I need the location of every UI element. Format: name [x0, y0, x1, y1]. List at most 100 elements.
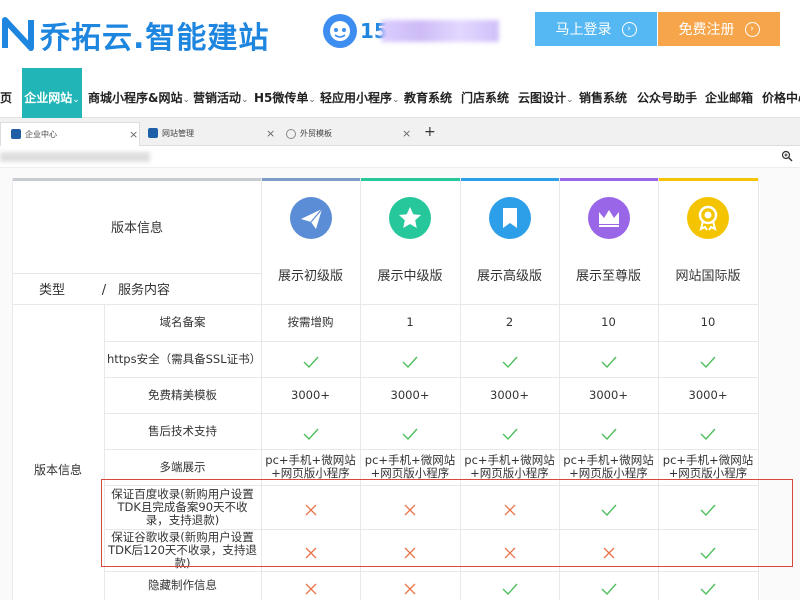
plan-value: 3000+	[291, 387, 330, 402]
zoom-icon[interactable]	[781, 150, 793, 162]
check-icon	[601, 501, 617, 517]
nav-item-enterprise-site[interactable]: 企业网站⌄	[22, 68, 82, 118]
nav-item-mall[interactable]: 商城小程序&网站⌄	[88, 68, 190, 118]
login-button[interactable]: 马上登录 ›	[535, 12, 657, 46]
tab-label: 外贸模板	[300, 129, 332, 138]
chevron-down-icon: ⌄	[308, 95, 316, 105]
check-icon	[402, 425, 418, 441]
check-icon	[700, 501, 716, 517]
check-icon	[303, 425, 319, 441]
brand-name[interactable]: 乔拓云.智能建站	[40, 13, 269, 57]
check-icon	[502, 353, 518, 369]
close-icon[interactable]: ×	[129, 128, 138, 141]
check-icon	[700, 544, 716, 560]
nav-item-home[interactable]: 首页	[0, 68, 20, 118]
nav-label: 首页	[0, 91, 13, 105]
check-icon	[601, 353, 617, 369]
nav-item-store[interactable]: 门店系统	[461, 68, 509, 118]
bookmark-icon	[488, 197, 531, 239]
feature-label: 售后技术支持	[148, 423, 217, 438]
nav-label: 公众号助手	[637, 91, 698, 105]
plan-value: 1	[406, 315, 414, 329]
feature-label: 免费精美模板	[148, 387, 217, 402]
nav-item-pricing[interactable]: 价格中心	[762, 68, 800, 118]
address-bar	[0, 146, 800, 168]
group-label: 版本信息	[33, 462, 82, 477]
check-icon	[700, 580, 716, 595]
login-label: 马上登录	[555, 22, 612, 38]
nav-item-education[interactable]: 教育系统	[404, 68, 452, 118]
nav-label: 云图设计	[518, 91, 567, 105]
nav-item-wechat-assistant[interactable]: 公众号助手	[637, 68, 697, 118]
cross-icon	[305, 501, 317, 516]
plan-value: pc+手机+微网站+网页版小程序	[265, 453, 356, 480]
globe-icon	[286, 129, 296, 139]
plan-value: pc+手机+微网站+网页版小程序	[464, 453, 555, 480]
tab-enterprise-center[interactable]: 企业中心 ×	[0, 122, 140, 146]
tab-label: 网站管理	[162, 129, 194, 138]
plan-value: 3000+	[390, 387, 430, 402]
site-favicon-icon	[11, 129, 21, 139]
close-icon[interactable]: ×	[402, 127, 411, 140]
cross-icon	[404, 580, 416, 594]
check-icon	[700, 353, 716, 369]
tab-site-management[interactable]: 网站管理 ×	[141, 122, 279, 146]
check-icon	[502, 580, 518, 595]
feature-label: 保证谷歌收录(新购用户设置TDK后120天不收录，支持退款)	[108, 529, 257, 570]
close-icon[interactable]: ×	[266, 127, 275, 140]
cross-icon	[305, 544, 317, 559]
version-info-header: 版本信息	[110, 220, 163, 236]
plan-value: pc+手机+微网站+网页版小程序	[662, 453, 754, 480]
tab-foreign-trade-template[interactable]: 外贸模板 ×	[281, 122, 413, 146]
nav-item-h5[interactable]: H5微传单⌄	[254, 68, 316, 118]
plan-value: pc+手机+微网站+网页版小程序	[563, 453, 654, 480]
customer-service-icon	[323, 14, 357, 48]
paper-plane-icon	[289, 197, 332, 239]
nav-item-cloud-design[interactable]: 云图设计⌄	[518, 68, 574, 118]
check-icon	[700, 425, 716, 441]
feature-label: https安全（需具备SSL证书）	[107, 351, 262, 366]
new-tab-button[interactable]: +	[424, 124, 436, 140]
plan-name-supreme: 展示至尊版	[575, 268, 641, 284]
plan-name-international: 网站国际版	[675, 268, 741, 284]
chevron-down-icon: ⌄	[392, 95, 400, 105]
plan-name-basic: 展示初级版	[277, 268, 343, 284]
plan-name-advanced: 展示高级版	[476, 268, 542, 284]
nav-item-email[interactable]: 企业邮箱	[705, 68, 753, 118]
main-nav: 首页 企业网站⌄ 商城小程序&网站⌄ 营销活动⌄ H5微传单⌄ 轻应用小程序⌄ …	[0, 68, 800, 118]
nav-label: 轻应用小程序	[320, 91, 393, 105]
nav-label: H5微传单	[254, 91, 309, 105]
crown-icon	[587, 197, 630, 239]
phone-number-redacted	[381, 20, 499, 42]
star-icon	[389, 197, 431, 239]
cross-icon	[404, 501, 416, 516]
logo-icon	[2, 17, 34, 51]
nav-item-light-app[interactable]: 轻应用小程序⌄	[320, 68, 400, 118]
feature-label: 保证百度收录(新购用户设置TDK且完成备案90天不收录，支持退款)	[111, 486, 254, 527]
feature-label: 域名备案	[159, 315, 206, 329]
page-content: 版本信息 类型 / 服务内容 展示初级版 展示中级版 展示高级版 展示至尊版 网…	[0, 168, 800, 600]
check-icon	[601, 425, 617, 441]
chevron-down-icon: ⌄	[72, 95, 80, 105]
browser-tab-bar: 企业中心 × 网站管理 × 外贸模板 ×	[0, 118, 800, 146]
register-button[interactable]: 免费注册 ›	[658, 12, 780, 46]
feature-label: 多端展示	[159, 459, 206, 474]
cross-icon	[504, 501, 516, 516]
arrow-right-icon: ›	[744, 21, 760, 37]
nav-item-sales[interactable]: 销售系统	[579, 68, 627, 118]
cross-icon	[404, 544, 416, 559]
check-icon	[601, 580, 617, 595]
plan-value: 10	[700, 315, 716, 329]
slash-separator: /	[101, 282, 107, 298]
plan-value: 10	[601, 315, 616, 329]
site-header: 乔拓云.智能建站 15 马上登录 › 免费注册 ›	[0, 0, 800, 68]
feature-label: 隐藏制作信息	[148, 578, 217, 592]
register-label: 免费注册	[678, 22, 735, 38]
chevron-down-icon: ⌄	[182, 95, 191, 105]
chevron-down-icon: ⌄	[241, 95, 249, 105]
cross-icon	[305, 580, 317, 594]
service-content-label: 服务内容	[117, 282, 170, 298]
cross-icon	[603, 544, 615, 559]
plan-value: pc+手机+微网站+网页版小程序	[364, 453, 456, 480]
nav-item-marketing[interactable]: 营销活动⌄	[193, 68, 249, 118]
